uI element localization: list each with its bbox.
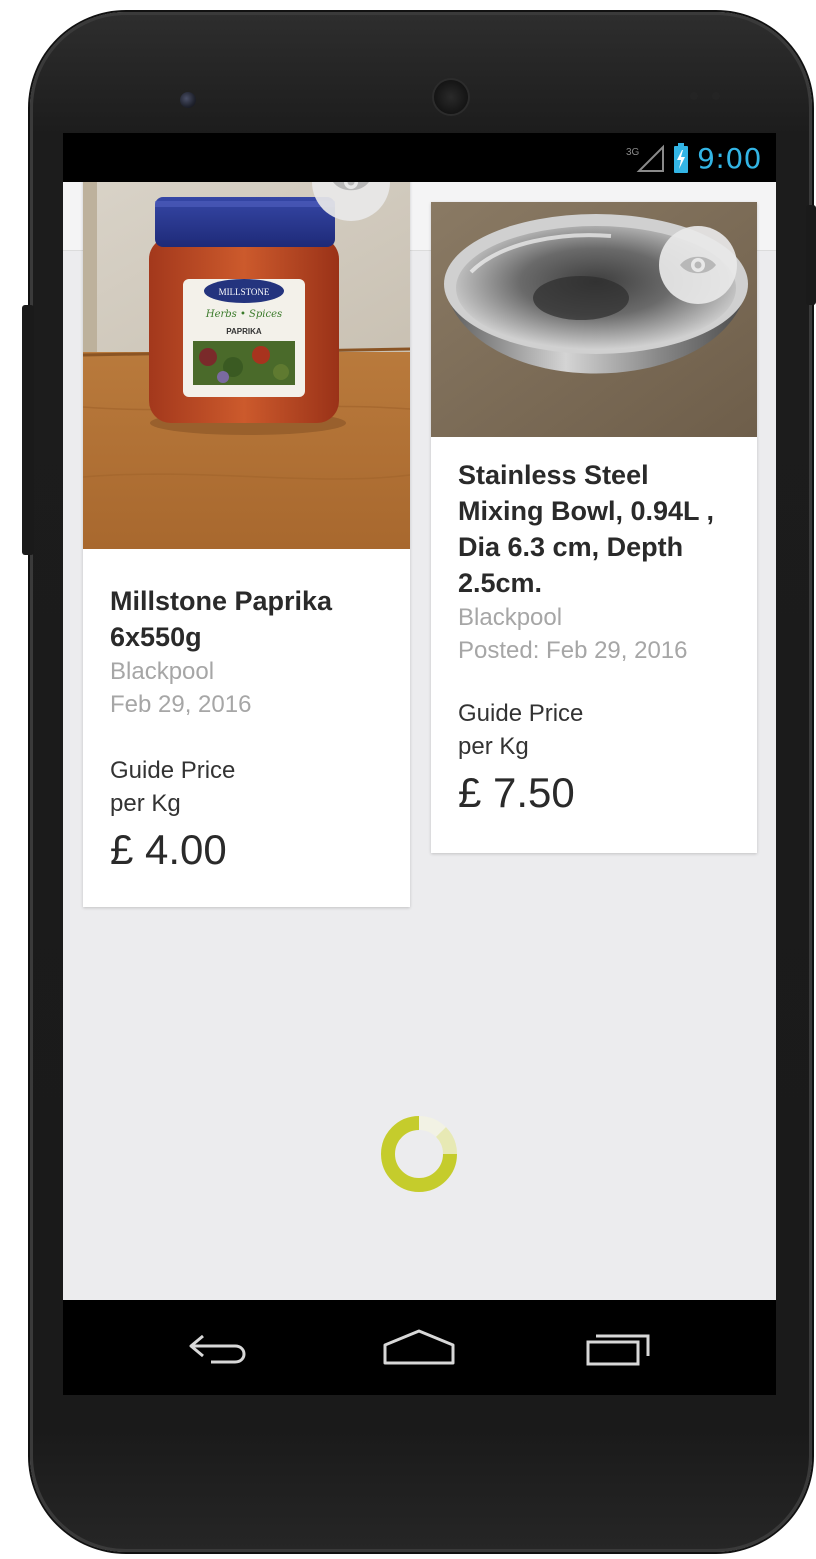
- listing-details: Millstone Paprika 6x550g Blackpool Feb 2…: [83, 549, 410, 876]
- home-button[interactable]: [374, 1320, 464, 1376]
- listing-date: Feb 29, 2016: [110, 691, 252, 718]
- listing-details: Stainless Steel Mixing Bowl, 0.94L , Dia…: [431, 437, 757, 819]
- guide-price-label-line1: Guide Price: [458, 700, 584, 727]
- listing-location: Blackpool: [110, 658, 215, 685]
- navigation-bar: [63, 1300, 776, 1395]
- guide-price-label-line2: per Kg: [110, 790, 181, 817]
- jar-product-label: PAPRIKA: [226, 327, 262, 336]
- guide-price-label-line2: per Kg: [458, 733, 529, 760]
- listing-title[interactable]: Millstone Paprika 6x550g: [110, 583, 383, 655]
- listing-photo[interactable]: MILLSTONE Herbs • Spices PAPRIKA: [83, 182, 410, 549]
- device-screen: 3G 9:00 MILLSTONE Herbs • Spices PAPRIKA…: [63, 133, 776, 1395]
- light-sensor: [712, 92, 720, 100]
- listing-location: Blackpool: [458, 604, 563, 631]
- status-time: 9:00: [697, 141, 762, 175]
- volume-button: [22, 305, 34, 555]
- network-type-label: 3G: [626, 147, 640, 158]
- jar-brand-label: MILLSTONE: [219, 287, 270, 297]
- eye-icon: [333, 182, 369, 191]
- listing-price: £ 4.00: [110, 826, 227, 873]
- back-button[interactable]: [175, 1320, 265, 1376]
- battery-icon: [673, 143, 689, 173]
- back-icon: [189, 1334, 246, 1364]
- home-icon: [383, 1329, 455, 1365]
- status-icons: 3G 9:00: [625, 141, 762, 175]
- recents-icon: [586, 1334, 650, 1366]
- listing-card[interactable]: Stainless Steel Mixing Bowl, 0.94L , Dia…: [431, 202, 757, 853]
- signal-icon: 3G: [625, 144, 665, 172]
- front-camera: [180, 92, 196, 108]
- power-button: [806, 205, 816, 305]
- status-bar: 3G 9:00: [63, 133, 776, 182]
- listing-card[interactable]: MILLSTONE Herbs • Spices PAPRIKA Millsto…: [83, 182, 410, 907]
- jar-subtitle-label: Herbs • Spices: [205, 309, 282, 320]
- earpiece-speaker: [434, 80, 468, 114]
- proximity-sensor: [690, 92, 698, 100]
- paprika-jar-image: MILLSTONE Herbs • Spices PAPRIKA: [83, 182, 410, 549]
- guide-price-label-line1: Guide Price: [110, 757, 236, 784]
- listing-title[interactable]: Stainless Steel Mixing Bowl, 0.94L , Dia…: [458, 457, 730, 601]
- listing-photo[interactable]: [431, 202, 757, 437]
- listing-price: £ 7.50: [458, 769, 575, 816]
- loading-spinner: [379, 1114, 459, 1194]
- guide-price-label: Guide Price per Kg: [458, 697, 730, 763]
- recents-button[interactable]: [573, 1320, 663, 1376]
- eye-icon: [680, 256, 716, 274]
- listings-feed[interactable]: MILLSTONE Herbs • Spices PAPRIKA Millsto…: [63, 182, 776, 1300]
- listing-date: Posted: Feb 29, 2016: [458, 637, 688, 664]
- watch-button[interactable]: [659, 226, 737, 304]
- guide-price-label: Guide Price per Kg: [110, 754, 383, 820]
